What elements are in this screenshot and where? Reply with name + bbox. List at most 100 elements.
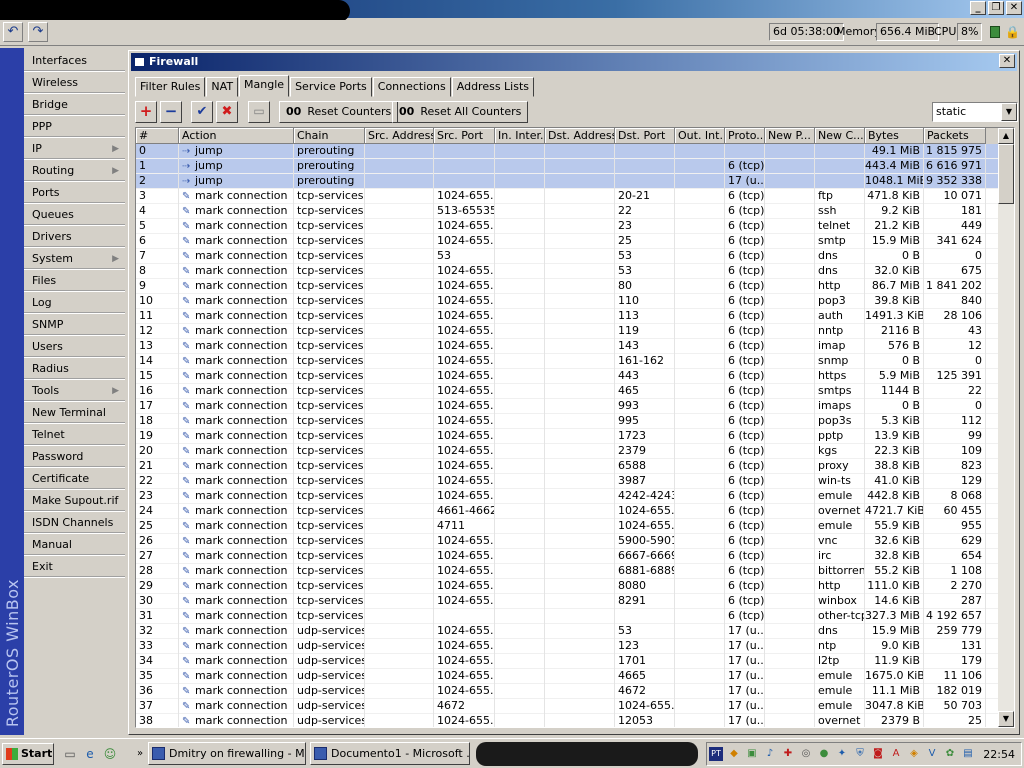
- reset-all-counters-button[interactable]: 00 Reset All Counters: [392, 101, 529, 123]
- ie-icon[interactable]: e: [82, 746, 98, 762]
- sidebar-item-routing[interactable]: Routing ▶: [24, 160, 125, 182]
- table-row[interactable]: 0 ⇢ jump prerouting 49.1 MiB 1 815 975: [136, 144, 1000, 159]
- shield-icon[interactable]: ⛨: [853, 747, 867, 761]
- tray-app-icon[interactable]: ◙: [871, 747, 885, 761]
- tab-address-lists[interactable]: Address Lists: [451, 77, 535, 97]
- sidebar-item-manual[interactable]: Manual: [24, 534, 125, 556]
- table-row[interactable]: 25 ✎ mark connection tcp-services 4711 1024-6…: [136, 519, 1000, 534]
- table-row[interactable]: 7 ✎ mark connection tcp-services 53 53 6 (tcp)…: [136, 249, 1000, 264]
- table-row[interactable]: 6 ✎ mark connection tcp-services 1024-655...…: [136, 234, 1000, 249]
- tray-app-icon[interactable]: ▤: [961, 747, 975, 761]
- table-row[interactable]: 2 ⇢ jump prerouting 17 (u... 1048.1 MiB 9 352 …: [136, 174, 1000, 189]
- table-row[interactable]: 5 ✎ mark connection tcp-services 1024-655...…: [136, 219, 1000, 234]
- sidebar-item-exit[interactable]: Exit: [24, 556, 125, 578]
- tab-filter-rules[interactable]: Filter Rules: [135, 77, 206, 97]
- table-row[interactable]: 17 ✎ mark connection tcp-services 1024-655..…: [136, 399, 1000, 414]
- table-row[interactable]: 30 ✎ mark connection tcp-services 1024-655..…: [136, 594, 1000, 609]
- table-row[interactable]: 31 ✎ mark connection tcp-services 6 (tcp) oth…: [136, 609, 1000, 624]
- winbox-title-bar[interactable]: _ ❐ ✕: [0, 0, 1024, 22]
- column-header[interactable]: Packets: [924, 128, 986, 144]
- table-row[interactable]: 38 ✎ mark connection udp-services 1024-655..…: [136, 714, 1000, 727]
- firewall-close-button[interactable]: ✕: [999, 54, 1015, 68]
- disable-button[interactable]: ✖: [216, 101, 238, 123]
- table-row[interactable]: 1 ⇢ jump prerouting 6 (tcp) 443.4 MiB 6 616 97…: [136, 159, 1000, 174]
- scroll-thumb[interactable]: [998, 144, 1014, 204]
- column-header[interactable]: New C...: [815, 128, 865, 144]
- table-row[interactable]: 14 ✎ mark connection tcp-services 1024-655..…: [136, 354, 1000, 369]
- tab-service-ports[interactable]: Service Ports: [290, 77, 372, 97]
- table-row[interactable]: 15 ✎ mark connection tcp-services 1024-655..…: [136, 369, 1000, 384]
- redo-icon[interactable]: ↷: [28, 22, 48, 42]
- tray-app-icon[interactable]: ✿: [943, 747, 957, 761]
- tab-nat[interactable]: NAT: [206, 77, 239, 97]
- table-row[interactable]: 10 ✎ mark connection tcp-services 1024-655..…: [136, 294, 1000, 309]
- task-word[interactable]: Documento1 - Microsoft ...: [310, 742, 470, 765]
- table-row[interactable]: 26 ✎ mark connection tcp-services 1024-655..…: [136, 534, 1000, 549]
- sidebar-item-radius[interactable]: Radius: [24, 358, 125, 380]
- column-header[interactable]: Chain: [294, 128, 365, 144]
- tray-app-icon[interactable]: ◈: [907, 747, 921, 761]
- sidebar-item-files[interactable]: Files: [24, 270, 125, 292]
- network-icon[interactable]: ▣: [745, 747, 759, 761]
- column-header[interactable]: Src. Port: [434, 128, 495, 144]
- sidebar-item-telnet[interactable]: Telnet: [24, 424, 125, 446]
- firewall-title-bar[interactable]: Firewall: [131, 53, 1017, 71]
- chevron-down-icon[interactable]: ▼: [1001, 103, 1017, 121]
- table-row[interactable]: 11 ✎ mark connection tcp-services 1024-655..…: [136, 309, 1000, 324]
- sidebar-item-make-supout-rif[interactable]: Make Supout.rif: [24, 490, 125, 512]
- minimize-button[interactable]: _: [970, 1, 986, 15]
- table-row[interactable]: 9 ✎ mark connection tcp-services 1024-655...…: [136, 279, 1000, 294]
- table-row[interactable]: 13 ✎ mark connection tcp-services 1024-655..…: [136, 339, 1000, 354]
- table-row[interactable]: 21 ✎ mark connection tcp-services 1024-655..…: [136, 459, 1000, 474]
- sidebar-item-system[interactable]: System ▶: [24, 248, 125, 270]
- sidebar-item-ip[interactable]: IP ▶: [24, 138, 125, 160]
- scroll-down-icon[interactable]: ▼: [998, 711, 1014, 727]
- add-button[interactable]: +: [135, 101, 157, 123]
- desktop-icon[interactable]: ▭: [62, 746, 78, 762]
- table-row[interactable]: 12 ✎ mark connection tcp-services 1024-655..…: [136, 324, 1000, 339]
- column-header[interactable]: Action: [179, 128, 294, 144]
- sidebar-item-bridge[interactable]: Bridge: [24, 94, 125, 116]
- volume-icon[interactable]: ♪: [763, 747, 777, 761]
- table-row[interactable]: 36 ✎ mark connection udp-services 1024-655..…: [136, 684, 1000, 699]
- task-browser[interactable]: Dmitry on firewalling - Mi...: [148, 742, 306, 765]
- sidebar-item-log[interactable]: Log: [24, 292, 125, 314]
- sidebar-item-ports[interactable]: Ports: [24, 182, 125, 204]
- table-row[interactable]: 16 ✎ mark connection tcp-services 1024-655..…: [136, 384, 1000, 399]
- table-row[interactable]: 18 ✎ mark connection tcp-services 1024-655..…: [136, 414, 1000, 429]
- filter-select[interactable]: static ▼: [932, 102, 1018, 122]
- table-row[interactable]: 37 ✎ mark connection udp-services 4672 1024-6…: [136, 699, 1000, 714]
- sidebar-item-queues[interactable]: Queues: [24, 204, 125, 226]
- tray-app-icon[interactable]: ◆: [727, 747, 741, 761]
- column-header[interactable]: Src. Address: [365, 128, 434, 144]
- table-row[interactable]: 32 ✎ mark connection udp-services 1024-655..…: [136, 624, 1000, 639]
- reset-counters-button[interactable]: 00 Reset Counters: [279, 101, 399, 123]
- table-row[interactable]: 22 ✎ mark connection tcp-services 1024-655..…: [136, 474, 1000, 489]
- column-header[interactable]: In. Inter...: [495, 128, 545, 144]
- messenger-icon[interactable]: ☺: [102, 746, 118, 762]
- tray-app-icon[interactable]: ●: [817, 747, 831, 761]
- column-header[interactable]: Dst. Port: [615, 128, 675, 144]
- table-row[interactable]: 3 ✎ mark connection tcp-services 1024-655...…: [136, 189, 1000, 204]
- remove-button[interactable]: −: [160, 101, 182, 123]
- chevron-right-icon[interactable]: »: [132, 746, 148, 762]
- column-header[interactable]: Out. Int...: [675, 128, 725, 144]
- table-row[interactable]: 24 ✎ mark connection tcp-services 4661-4662 1…: [136, 504, 1000, 519]
- tab-mangle[interactable]: Mangle: [239, 75, 290, 97]
- table-row[interactable]: 33 ✎ mark connection udp-services 1024-655..…: [136, 639, 1000, 654]
- antivirus-icon[interactable]: ✚: [781, 747, 795, 761]
- acrobat-icon[interactable]: A: [889, 747, 903, 761]
- sidebar-item-snmp[interactable]: SNMP: [24, 314, 125, 336]
- table-row[interactable]: 27 ✎ mark connection tcp-services 1024-655..…: [136, 549, 1000, 564]
- table-row[interactable]: 35 ✎ mark connection udp-services 1024-655..…: [136, 669, 1000, 684]
- table-row[interactable]: 20 ✎ mark connection tcp-services 1024-655..…: [136, 444, 1000, 459]
- table-row[interactable]: 23 ✎ mark connection tcp-services 1024-655..…: [136, 489, 1000, 504]
- table-row[interactable]: 8 ✎ mark connection tcp-services 1024-655...…: [136, 264, 1000, 279]
- restore-button[interactable]: ❐: [988, 1, 1004, 15]
- table-row[interactable]: 34 ✎ mark connection udp-services 1024-655..…: [136, 654, 1000, 669]
- close-button[interactable]: ✕: [1006, 1, 1022, 15]
- sidebar-item-isdn-channels[interactable]: ISDN Channels: [24, 512, 125, 534]
- tab-connections[interactable]: Connections: [372, 77, 451, 97]
- tray-app-icon[interactable]: ◎: [799, 747, 813, 761]
- table-row[interactable]: 4 ✎ mark connection tcp-services 513-65535 22…: [136, 204, 1000, 219]
